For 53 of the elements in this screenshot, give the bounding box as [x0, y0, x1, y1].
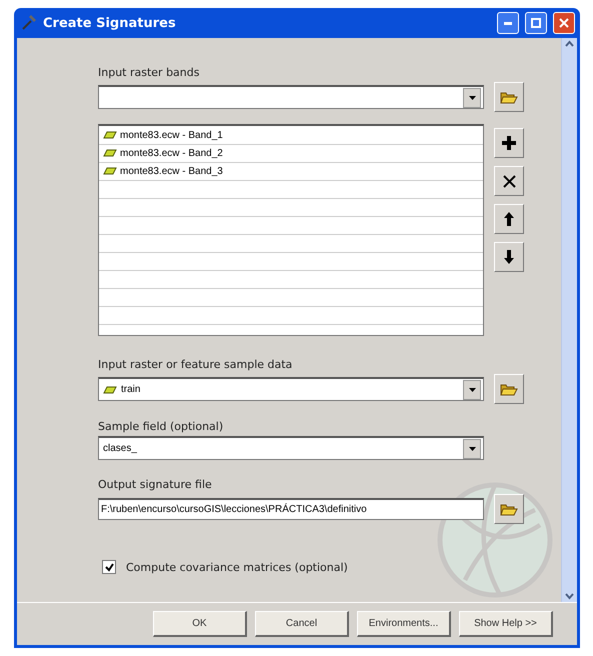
list-item[interactable]: monte83.ecw - Band_1 [99, 126, 483, 144]
open-folder-icon [500, 502, 518, 516]
dropdown-arrow-icon [468, 446, 476, 450]
window-title: Create Signatures [43, 16, 177, 30]
layer-icon [103, 131, 117, 139]
minimize-button[interactable] [497, 12, 519, 34]
open-folder-icon [500, 90, 518, 104]
layer-icon [103, 386, 117, 394]
close-icon [559, 18, 569, 28]
dialog-button[interactable]: Show Help >> [459, 611, 553, 637]
sample-data-combo[interactable]: train [98, 377, 484, 401]
maximize-icon [531, 18, 541, 28]
maximize-button[interactable] [525, 12, 547, 34]
field-label: Input raster or feature sample data [98, 358, 294, 371]
arrow-up-icon [504, 212, 514, 226]
dropdown-arrow-icon [468, 388, 476, 392]
browse-button[interactable] [494, 494, 524, 524]
checkbox[interactable] [102, 560, 116, 574]
list-item[interactable]: monte83.ecw - Band_3 [99, 162, 483, 180]
scrollbar[interactable] [561, 38, 577, 602]
dropdown-button[interactable] [463, 380, 481, 400]
browse-button[interactable] [494, 82, 524, 112]
layer-icon [103, 167, 117, 175]
field-label: Output signature file [98, 478, 213, 491]
dialog-button[interactable]: OK [153, 611, 247, 637]
raster-bands-combo[interactable] [98, 85, 484, 109]
close-button[interactable] [553, 12, 575, 34]
minimize-icon [504, 22, 512, 24]
hammer-icon [21, 15, 37, 31]
dropdown-button[interactable] [463, 438, 481, 458]
add-button[interactable] [494, 128, 524, 158]
sample-field-combo[interactable]: clases_ [98, 436, 484, 460]
field-label: Sample field (optional) [98, 420, 224, 433]
plus-icon [502, 136, 516, 150]
move-down-button[interactable] [494, 242, 524, 272]
field-label: Input raster bands [98, 66, 200, 79]
checkbox-label: Compute covariance matrices (optional) [126, 560, 348, 574]
dialog-button[interactable]: Environments... [357, 611, 451, 637]
dropdown-button[interactable] [463, 88, 481, 108]
layer-icon [103, 149, 117, 157]
arrow-down-icon [504, 250, 514, 264]
open-folder-icon [500, 382, 518, 396]
checkmark-icon [104, 562, 114, 572]
move-up-button[interactable] [494, 204, 524, 234]
output-file-field[interactable]: F:\ruben\encurso\cursoGIS\lecciones\PRÁCTICA3\definitivo [98, 498, 484, 520]
dropdown-arrow-icon [468, 96, 476, 100]
remove-button[interactable] [494, 166, 524, 196]
close-icon [502, 174, 516, 188]
browse-button[interactable] [494, 374, 524, 404]
list-item[interactable]: monte83.ecw - Band_2 [99, 144, 483, 162]
combo-value: clases_ [102, 443, 138, 454]
combo-value: train [99, 384, 463, 395]
dialog-button[interactable]: Cancel [255, 611, 349, 637]
